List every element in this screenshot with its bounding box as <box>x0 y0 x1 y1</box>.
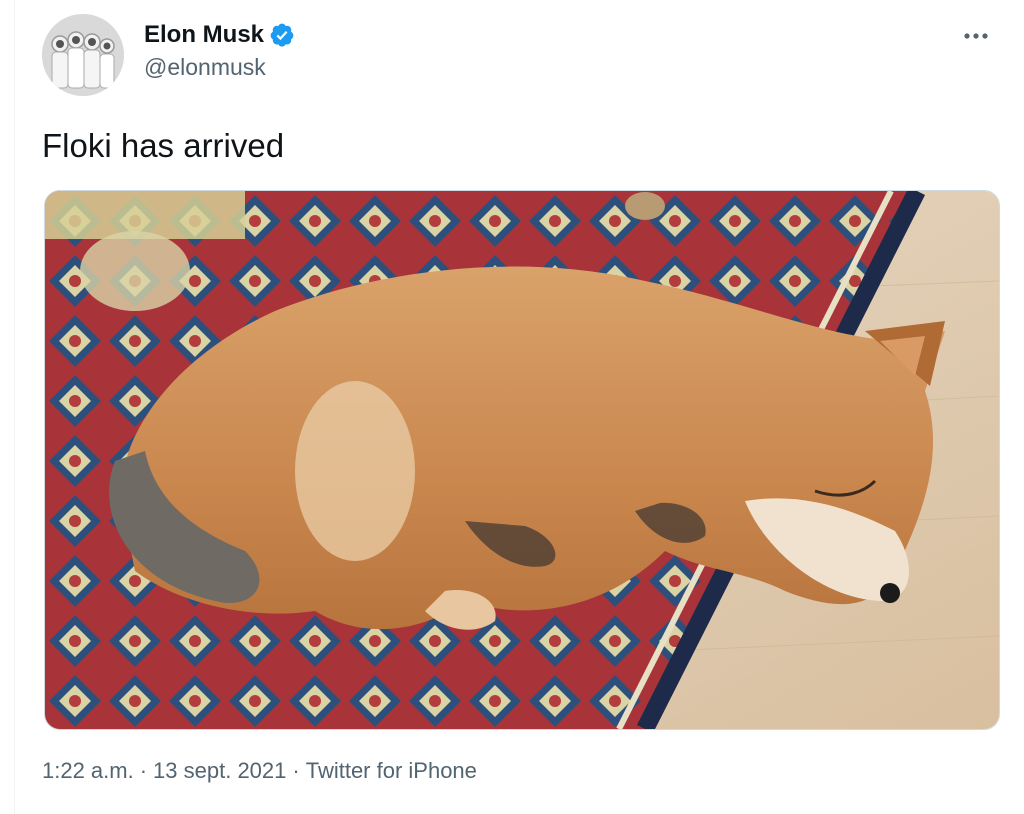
more-options-button[interactable] <box>958 22 994 50</box>
sleeping-puppy-photo-icon <box>45 191 999 729</box>
tweet-meta: 1:22 a.m. · 13 sept. 2021 · Twitter for … <box>42 758 477 784</box>
author-avatar[interactable] <box>42 14 124 96</box>
meta-separator: · <box>139 758 148 783</box>
display-name-row: Elon Musk <box>144 20 295 50</box>
tweet-photo[interactable] <box>44 190 1000 730</box>
author-names: Elon Musk @elonmusk <box>144 20 295 81</box>
author-handle[interactable]: @elonmusk <box>144 54 295 81</box>
tweet-header: Elon Musk @elonmusk <box>42 14 1002 96</box>
timeline-border <box>14 0 15 814</box>
verified-badge-icon <box>269 22 295 48</box>
tweet-time[interactable]: 1:22 a.m. <box>42 758 134 784</box>
author-display-name[interactable]: Elon Musk <box>144 21 264 49</box>
astronauts-avatar-icon <box>42 14 124 96</box>
more-horizontal-icon <box>964 33 988 39</box>
meta-separator: · <box>292 758 300 783</box>
tweet-date[interactable]: 13 sept. 2021 <box>153 758 286 784</box>
tweet-source[interactable]: Twitter for iPhone <box>306 758 477 784</box>
tweet-detail: Elon Musk @elonmusk Floki has arrived 1:… <box>0 0 1024 814</box>
tweet-text: Floki has arrived <box>42 127 285 164</box>
